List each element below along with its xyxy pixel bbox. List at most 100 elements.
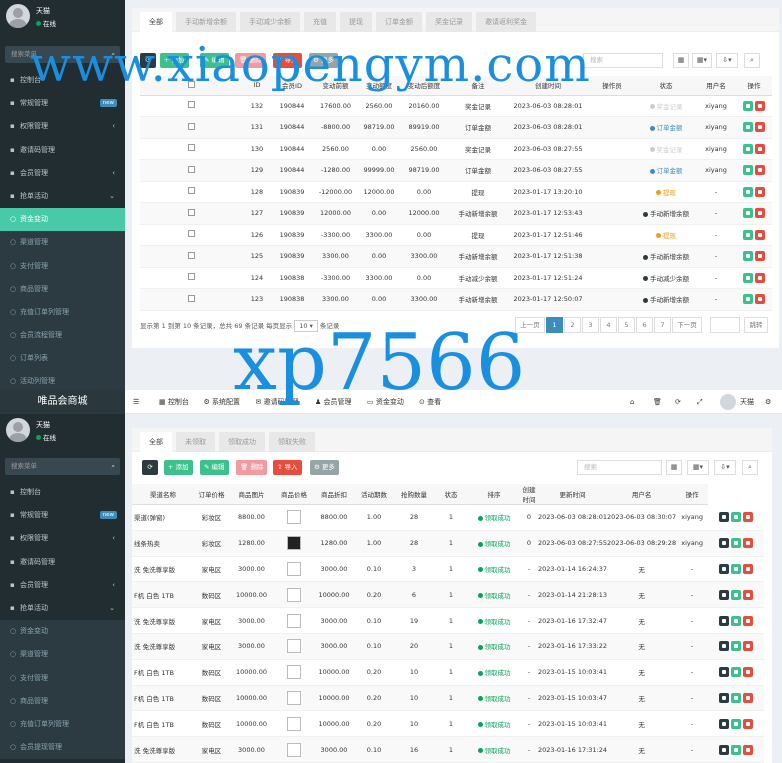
delete-row-icon[interactable]	[743, 744, 754, 755]
more-button-2[interactable]: ⚙ 更多	[310, 460, 339, 475]
column-header[interactable]: 用户名	[607, 484, 677, 505]
edit-row-icon[interactable]	[731, 744, 742, 755]
page-button[interactable]: 上一页	[515, 317, 545, 333]
edit-row-icon[interactable]	[731, 615, 742, 626]
edit-row-icon[interactable]	[731, 589, 742, 600]
sidebar-item[interactable]: ▪ 控制台	[0, 69, 125, 92]
checkbox[interactable]	[188, 273, 195, 281]
sidebar-item[interactable]: ▪ 会员管理 ‹	[0, 162, 125, 185]
delete-row-icon[interactable]	[755, 229, 765, 240]
select-all-checkbox[interactable]	[140, 76, 243, 96]
row-checkbox-cell[interactable]	[140, 224, 243, 246]
delete-row-icon[interactable]	[755, 186, 765, 197]
delete-row-icon[interactable]	[743, 615, 754, 626]
column-header[interactable]: 活动期数	[354, 484, 394, 505]
page-size-select[interactable]: 10 ▾	[294, 320, 318, 332]
column-header[interactable]: 变动后额度	[400, 76, 448, 96]
column-header[interactable]: 排序	[468, 484, 520, 505]
add-button-2[interactable]: + 添加	[164, 460, 193, 475]
edit-button-2[interactable]: ✎ 编辑	[200, 460, 229, 475]
row-checkbox-cell[interactable]	[140, 181, 243, 203]
table-row[interactable]: 130 190844 2560.00 0.00 2560.00 奖金记录 2023-06-0…	[140, 138, 772, 160]
row-checkbox-cell[interactable]	[140, 288, 243, 311]
row-checkbox-cell[interactable]	[140, 116, 243, 139]
detail-row-icon[interactable]	[719, 512, 730, 523]
columns-button-2[interactable]: ▦▾	[687, 460, 709, 475]
delete-button[interactable]: 🗑 删除	[235, 53, 267, 68]
table-row[interactable]: 131 190844 -8800.00 98719.00 89919.00 订单金额 202…	[140, 116, 772, 139]
column-header[interactable]: 备注	[448, 76, 508, 96]
tab-item[interactable]: 领取失败	[269, 432, 315, 452]
checkbox[interactable]	[188, 144, 195, 152]
checkbox[interactable]	[188, 187, 195, 195]
column-header[interactable]: 创建时间	[508, 76, 588, 96]
table-row[interactable]: 127 190839 12000.00 0.00 12000.00 手动新增余额 2023-…	[140, 202, 772, 225]
tab-item[interactable]: 充值	[304, 12, 336, 32]
checkbox[interactable]	[188, 294, 195, 302]
delete-row-icon[interactable]	[743, 718, 754, 729]
topnav-item[interactable]: ▦ 控制台	[159, 390, 189, 414]
tab-item[interactable]: 全部	[140, 12, 172, 32]
edit-row-icon[interactable]	[743, 208, 753, 219]
table-row[interactable]: 126 190839 -3300.00 3300.00 0.00 提现 2023-01-17…	[140, 224, 772, 246]
column-header[interactable]: 操作	[736, 76, 772, 96]
edit-row-icon[interactable]	[743, 186, 753, 197]
add-button[interactable]: + 添加	[160, 53, 189, 68]
topnav-item[interactable]: ⊙ 查看	[419, 390, 441, 414]
delete-row-icon[interactable]	[755, 208, 765, 219]
table-search-input[interactable]: 搜索	[583, 53, 663, 68]
table-row[interactable]: 洗 免洗尊享版 家电区 3000.00 3000.00 0.10 19 1 领取成功 -2023…	[132, 607, 764, 634]
column-header[interactable]: 用户名	[696, 76, 736, 96]
table-row[interactable]: 125 190839 3300.00 0.00 3300.00 手动新增余额 2023-01…	[140, 245, 772, 268]
column-header[interactable]: 商品价格	[274, 484, 314, 505]
delete-row-icon[interactable]	[755, 294, 765, 305]
page-jump-button[interactable]: 跳转	[744, 317, 768, 333]
search-toggle-button-2[interactable]: ⌕	[742, 460, 758, 475]
search-toggle-button[interactable]: ⌕	[744, 53, 760, 68]
edit-row-icon[interactable]	[743, 100, 753, 111]
sidebar-item[interactable]: ▪ 权限管理 ‹	[0, 115, 125, 138]
top-avatar[interactable]	[720, 394, 736, 410]
detail-row-icon[interactable]	[719, 744, 730, 755]
toggle-view-button-2[interactable]: ▦	[666, 460, 682, 475]
tab-item[interactable]: 手动新增余额	[176, 12, 236, 32]
columns-button[interactable]: ▦▾	[692, 53, 712, 68]
delete-row-icon[interactable]	[755, 272, 765, 283]
table-row[interactable]: F机 白色 1TB 数码区 10000.00 10000.00 0.20 10 1 领取成功 -…	[132, 685, 764, 712]
edit-row-icon[interactable]	[743, 294, 753, 305]
menu-search-input[interactable]: 搜索菜单 ⌕	[5, 46, 120, 63]
topnav-item[interactable]: ♟ 会员管理	[315, 390, 352, 414]
column-header[interactable]: 会员ID	[271, 76, 313, 96]
delete-button-2[interactable]: 🗑 删除	[236, 460, 268, 475]
sidebar-item[interactable]: ○ 订单列表	[0, 347, 125, 371]
page-button[interactable]: 下一页	[672, 317, 702, 333]
detail-row-icon[interactable]	[719, 667, 730, 678]
tab-item[interactable]: 奖金记录	[426, 12, 472, 32]
table-row[interactable]: 129 190844 -1280.00 99999.00 98719.00 订单金额 202…	[140, 159, 772, 182]
detail-row-icon[interactable]	[719, 641, 730, 652]
delete-row-icon[interactable]	[743, 589, 754, 600]
edit-button[interactable]: ✎ 编辑	[200, 53, 229, 68]
edit-row-icon[interactable]	[731, 538, 742, 549]
column-header[interactable]: 更新时间	[538, 484, 608, 505]
delete-row-icon[interactable]	[743, 512, 754, 523]
topnav-item[interactable]: ⚙ 系统配置	[204, 390, 241, 414]
edit-row-icon[interactable]	[743, 143, 753, 154]
export-button[interactable]: ⇩▾	[716, 53, 738, 68]
edit-row-icon[interactable]	[743, 122, 753, 133]
search-icon[interactable]: ⌕	[111, 46, 115, 63]
edit-row-icon[interactable]	[731, 641, 742, 652]
table-search-input-2[interactable]: 搜索	[577, 460, 662, 475]
detail-row-icon[interactable]	[719, 615, 730, 626]
row-checkbox-cell[interactable]	[140, 267, 243, 289]
row-checkbox-cell[interactable]	[140, 95, 243, 117]
page-button[interactable]: 3	[582, 317, 599, 333]
delete-row-icon[interactable]	[755, 100, 765, 111]
table-row[interactable]: F机 白色 1TB 数码区 10000.00 10000.00 0.20 6 1 领取成功 -2…	[132, 581, 764, 609]
column-header[interactable]: 商品图片	[229, 484, 274, 505]
edit-row-icon[interactable]	[731, 718, 742, 729]
delete-row-icon[interactable]	[755, 143, 765, 154]
tab-item[interactable]: 提现	[340, 12, 372, 32]
delete-row-icon[interactable]	[755, 165, 765, 176]
page-button[interactable]: 2	[564, 317, 581, 333]
